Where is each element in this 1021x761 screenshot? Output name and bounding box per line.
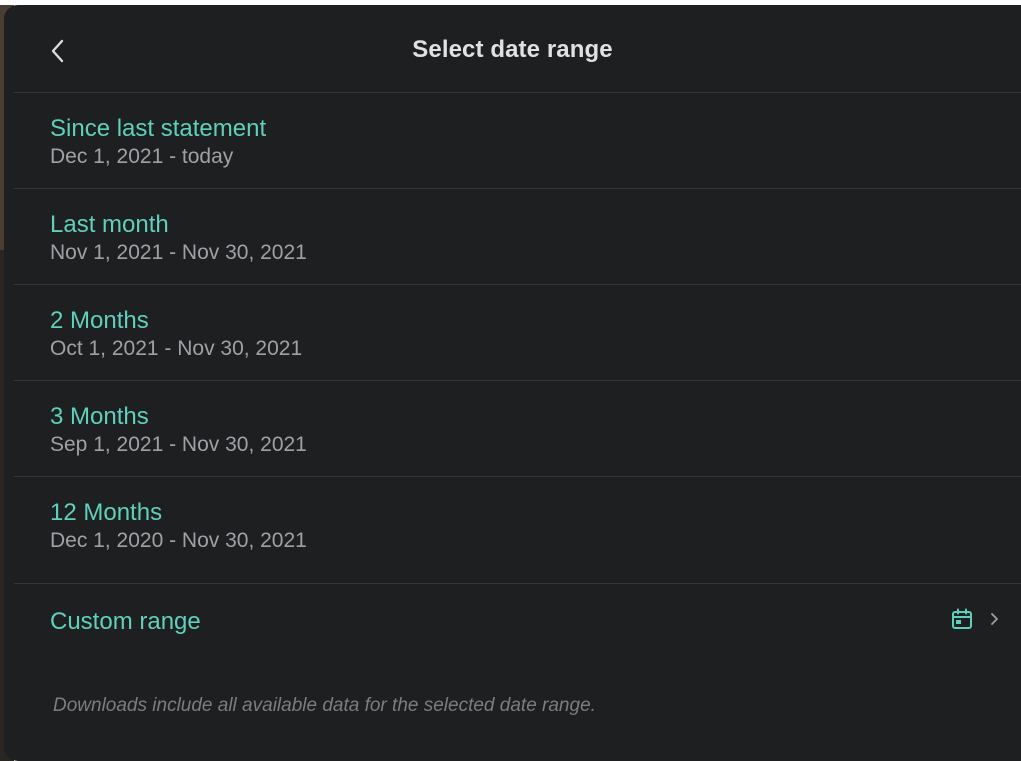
calendar-icon <box>952 608 972 629</box>
option-date-range: Dec 1, 2020 - Nov 30, 2021 <box>50 529 307 552</box>
custom-range-label: Custom range <box>50 608 201 635</box>
option-label: Since last statement <box>50 115 267 142</box>
option-date-range: Nov 1, 2021 - Nov 30, 2021 <box>50 241 307 264</box>
option-date-range: Sep 1, 2021 - Nov 30, 2021 <box>50 433 307 456</box>
option-since-last-statement[interactable]: Since last statement Dec 1, 2021 - today <box>4 93 1021 188</box>
chevron-right-icon <box>991 613 998 625</box>
page-title: Select date range <box>412 36 613 63</box>
option-label: 3 Months <box>50 403 149 430</box>
dialog-header: Select date range <box>4 5 1021 93</box>
option-12-months[interactable]: 12 Months Dec 1, 2020 - Nov 30, 2021 <box>4 477 1021 572</box>
custom-range-button[interactable]: Custom range <box>4 584 1021 660</box>
footnote-text: Downloads include all available data for… <box>53 695 596 716</box>
option-2-months[interactable]: 2 Months Oct 1, 2021 - Nov 30, 2021 <box>4 285 1021 380</box>
option-label: Last month <box>50 211 169 238</box>
date-range-dialog: Select date range Since last statement D… <box>4 5 1021 761</box>
option-label: 2 Months <box>50 307 149 334</box>
option-last-month[interactable]: Last month Nov 1, 2021 - Nov 30, 2021 <box>4 189 1021 284</box>
option-date-range: Dec 1, 2021 - today <box>50 145 234 168</box>
option-3-months[interactable]: 3 Months Sep 1, 2021 - Nov 30, 2021 <box>4 381 1021 476</box>
option-date-range: Oct 1, 2021 - Nov 30, 2021 <box>50 337 303 360</box>
option-label: 12 Months <box>50 499 163 526</box>
